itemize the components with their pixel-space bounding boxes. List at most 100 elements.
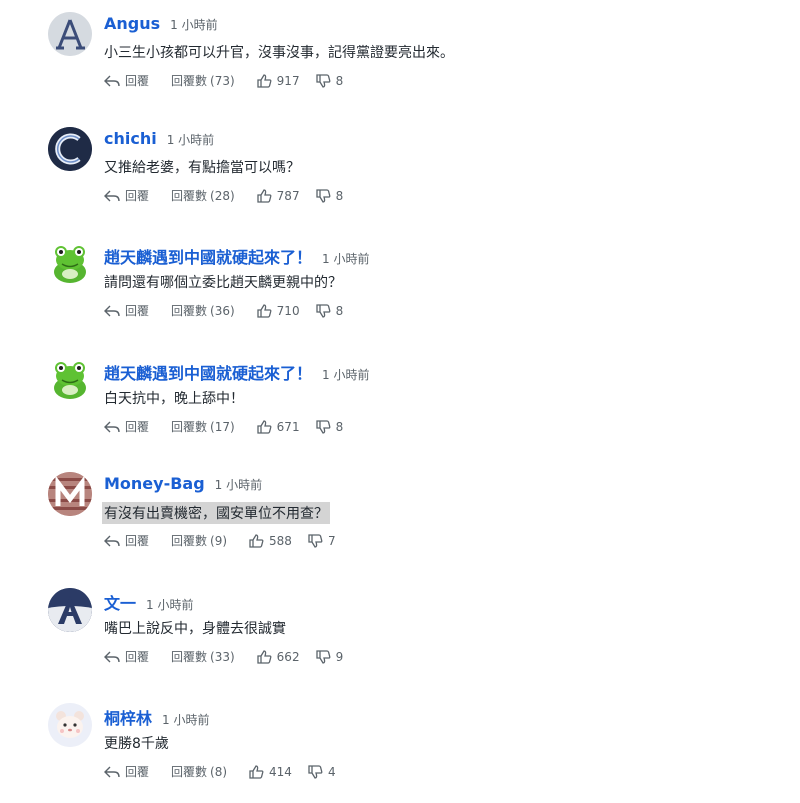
comment-text: 請問還有哪個立委比趙天麟更親中的？ — [104, 275, 342, 291]
frog-avatar-icon — [54, 362, 86, 399]
reply-button[interactable]: 回覆 — [104, 418, 149, 435]
avatar[interactable] — [48, 472, 92, 516]
thumbs-down-icon — [308, 764, 323, 779]
reply-icon — [104, 651, 120, 662]
reply-label: 回覆 — [125, 74, 150, 88]
comment-text: 有沒有出賣機密，國安單位不用查？ — [102, 502, 330, 524]
reply-icon — [104, 535, 120, 546]
like-count: 710 — [276, 303, 300, 318]
comment-item: Angus 1 小時前 小三生小孩都可以升官，沒事沒事，記得黨證要亮出來。 回覆… — [0, 12, 800, 112]
replies-label: 回覆數 — [171, 765, 208, 779]
comment-text: 更勝8千歲 — [104, 736, 169, 752]
author-name[interactable]: 趙天麟遇到中國就硬起來了！ — [104, 360, 312, 384]
dislike-button[interactable]: 8 — [315, 188, 344, 203]
thumbs-up-icon — [249, 764, 264, 779]
replies-count: (33) — [210, 649, 235, 664]
comment-actions: 回覆 回覆數 (17) 671 8 — [104, 418, 365, 435]
comment-actions: 回覆 回覆數 (8) 414 4 — [104, 763, 358, 780]
reply-button[interactable]: 回覆 — [104, 302, 149, 319]
like-button[interactable]: 671 — [257, 420, 300, 434]
comment-text: 白天抗中，晚上舔中！ — [104, 391, 244, 407]
like-button[interactable]: 710 — [257, 304, 300, 318]
avatar[interactable] — [48, 358, 92, 402]
replies-count-button[interactable]: 回覆數 (17) — [171, 418, 235, 435]
dislike-count: 9 — [335, 649, 344, 664]
dislike-button[interactable]: 9 — [315, 649, 344, 664]
dislike-button[interactable]: 8 — [315, 73, 344, 88]
thumbs-down-icon — [308, 533, 323, 548]
avatar[interactable] — [48, 588, 92, 632]
reply-button[interactable]: 回覆 — [104, 763, 149, 780]
thumbs-down-icon — [315, 419, 330, 434]
reply-button[interactable]: 回覆 — [104, 648, 149, 665]
dislike-count: 8 — [335, 73, 344, 88]
replies-count-button[interactable]: 回覆數 (73) — [171, 72, 235, 89]
avatar[interactable] — [48, 12, 92, 56]
comment-text: 小三生小孩都可以升官，沒事沒事，記得黨證要亮出來。 — [104, 45, 454, 61]
reply-icon — [104, 421, 120, 432]
like-button[interactable]: 787 — [257, 189, 300, 203]
reply-label: 回覆 — [125, 189, 150, 203]
dislike-count: 8 — [335, 188, 344, 203]
replies-label: 回覆數 — [171, 304, 208, 318]
reply-icon — [104, 190, 120, 201]
avatar[interactable] — [48, 127, 92, 171]
comment-actions: 回覆 回覆數 (9) 588 7 — [104, 532, 358, 549]
thumbs-up-icon — [257, 649, 272, 664]
like-button[interactable]: 588 — [249, 534, 292, 548]
like-button[interactable]: 662 — [257, 650, 300, 664]
comment-item: 趙天麟遇到中國就硬起來了！ 1 小時前 白天抗中，晚上舔中！ 回覆 回覆數 (1… — [0, 358, 800, 458]
author-name[interactable]: 趙天麟遇到中國就硬起來了！ — [104, 244, 312, 268]
replies-label: 回覆數 — [171, 534, 208, 548]
replies-count: (28) — [210, 188, 235, 203]
dislike-button[interactable]: 8 — [315, 419, 343, 434]
timestamp: 1 小時前 — [214, 478, 263, 492]
letter-a-serif-avatar-icon — [48, 12, 92, 56]
reply-label: 回覆 — [125, 420, 150, 434]
comment-list: Angus 1 小時前 小三生小孩都可以升官，沒事沒事，記得黨證要亮出來。 回覆… — [0, 0, 800, 798]
letter-a-navy-avatar-icon — [48, 588, 92, 632]
timestamp: 1 小時前 — [170, 18, 218, 32]
like-count: 671 — [276, 419, 300, 434]
author-name[interactable]: 桐梓林 — [104, 705, 152, 729]
replies-count-button[interactable]: 回覆數 (8) — [171, 763, 227, 780]
dislike-button[interactable]: 7 — [308, 534, 336, 548]
comment-item: 桐梓林 1 小時前 更勝8千歲 回覆 回覆數 (8) 414 4 — [0, 703, 800, 803]
dislike-count: 4 — [327, 764, 336, 779]
frog-avatar-icon — [54, 246, 86, 283]
letter-m-striped-avatar-icon — [48, 472, 92, 516]
thumbs-down-icon — [315, 649, 330, 664]
like-count: 917 — [276, 73, 300, 88]
dislike-button[interactable]: 8 — [315, 304, 343, 318]
replies-count: (9) — [210, 533, 228, 548]
reply-icon — [104, 766, 120, 777]
dislike-button[interactable]: 4 — [308, 765, 336, 779]
avatar[interactable] — [48, 703, 92, 747]
reply-button[interactable]: 回覆 — [104, 72, 149, 89]
thumbs-up-icon — [257, 303, 272, 318]
timestamp: 1 小時前 — [162, 713, 210, 727]
comment-actions: 回覆 回覆數 (28) 787 8 — [104, 187, 365, 204]
avatar[interactable] — [48, 242, 92, 286]
replies-label: 回覆數 — [171, 189, 208, 203]
like-button[interactable]: 414 — [249, 765, 292, 779]
thumbs-up-icon — [257, 419, 272, 434]
timestamp: 1 小時前 — [146, 598, 194, 612]
like-count: 588 — [269, 533, 292, 548]
timestamp: 1 小時前 — [166, 133, 215, 147]
reply-button[interactable]: 回覆 — [104, 532, 149, 549]
author-name[interactable]: Angus — [104, 14, 160, 33]
like-button[interactable]: 917 — [257, 74, 300, 88]
replies-count-button[interactable]: 回覆數 (33) — [171, 648, 235, 665]
replies-count-button[interactable]: 回覆數 (28) — [171, 187, 235, 204]
reply-button[interactable]: 回覆 — [104, 187, 149, 204]
reply-icon — [104, 305, 120, 316]
author-name[interactable]: Money-Bag — [104, 474, 205, 493]
replies-count-button[interactable]: 回覆數 (36) — [171, 302, 235, 319]
replies-label: 回覆數 — [171, 74, 208, 88]
author-name[interactable]: chichi — [104, 129, 157, 148]
replies-label: 回覆數 — [171, 420, 208, 434]
reply-label: 回覆 — [125, 304, 150, 318]
author-name[interactable]: 文一 — [104, 590, 136, 614]
replies-count-button[interactable]: 回覆數 (9) — [171, 532, 227, 549]
